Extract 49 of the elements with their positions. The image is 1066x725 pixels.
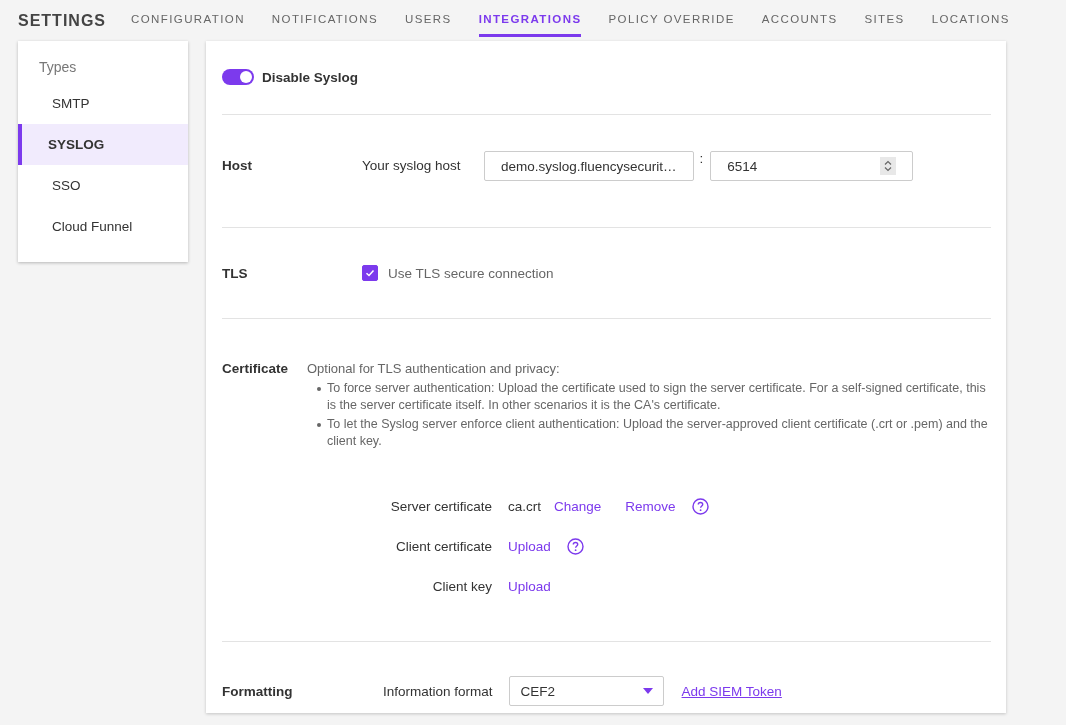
nav-tab[interactable]: POLICY OVERRIDE [608, 11, 735, 37]
nav-tab[interactable]: INTEGRATIONS [478, 11, 582, 37]
checkmark-icon [364, 267, 376, 279]
help-icon[interactable] [566, 537, 584, 555]
caret-icon [642, 688, 653, 694]
separator-text: : [699, 151, 704, 166]
section-label: Formatting [222, 683, 294, 699]
toggle-label: Disable Syslog [262, 69, 359, 85]
format-dropdown[interactable]: CEF2 [508, 676, 664, 706]
nav-tab[interactable]: USERS [405, 11, 452, 37]
sidebar-item[interactable]: SSO [18, 165, 188, 206]
section-label: Certificate [222, 361, 290, 376]
port-field[interactable]: 6514 [710, 151, 914, 181]
nav-tab[interactable]: ACCOUNTS [761, 11, 838, 37]
action-link[interactable]: Change [554, 498, 602, 514]
nav-tab[interactable]: LOCATIONS [931, 11, 1010, 37]
action-link[interactable]: Remove [625, 498, 676, 514]
checkbox[interactable] [362, 265, 378, 281]
dropdown-value: CEF2 [520, 683, 556, 699]
nav-tab[interactable]: NOTIFICATIONS [271, 11, 378, 37]
sidebar-item[interactable]: SMTP [18, 83, 188, 124]
field-label: Your syslog host [362, 157, 462, 173]
host-field[interactable]: demo.syslog.fluencysecurit… [484, 151, 694, 181]
nav-tab[interactable]: SITES [864, 11, 905, 37]
toggle-switch[interactable] [222, 69, 254, 85]
sidebar-heading: Types [38, 59, 78, 77]
sidebar-item[interactable]: SYSLOG [18, 124, 188, 165]
help-icon[interactable] [691, 497, 709, 515]
sidebar-item[interactable]: Cloud Funnel [18, 206, 188, 247]
siem-token-link[interactable]: Add SIEM Token [681, 683, 782, 699]
bullet-text: To force server authentication: Upload the certificate used to sign the server certificate. For a self-signed certificate, this is the server certificate itself. In other scenarios it is the CA's certificate. [327, 380, 987, 414]
section-label: Host [222, 157, 253, 173]
port-value: 6514 [727, 158, 758, 174]
nav-tab[interactable]: CONFIGURATION [131, 11, 245, 37]
file-label: Server certificate [389, 498, 492, 514]
description-text: Optional for TLS authentication and privacy: [307, 361, 561, 376]
spinner-icon[interactable] [880, 157, 897, 175]
page-title: SETTINGS [18, 12, 106, 30]
action-link[interactable]: Upload [508, 578, 551, 594]
checkbox-label: Use TLS secure connection [388, 265, 554, 281]
section-label: TLS [222, 265, 249, 281]
field-label: Information format [383, 683, 493, 699]
file-label: Client key [431, 578, 492, 594]
file-name: ca.crt [508, 498, 541, 514]
bullet-text: To let the Syslog server enforce client authentication: Upload the server-approved client certificate (.crt or .pem) and the client key. [327, 416, 989, 450]
action-link[interactable]: Upload [508, 538, 551, 554]
bullet-icon [317, 387, 321, 391]
bullet-icon [317, 423, 321, 427]
file-label: Client certificate [394, 538, 492, 554]
